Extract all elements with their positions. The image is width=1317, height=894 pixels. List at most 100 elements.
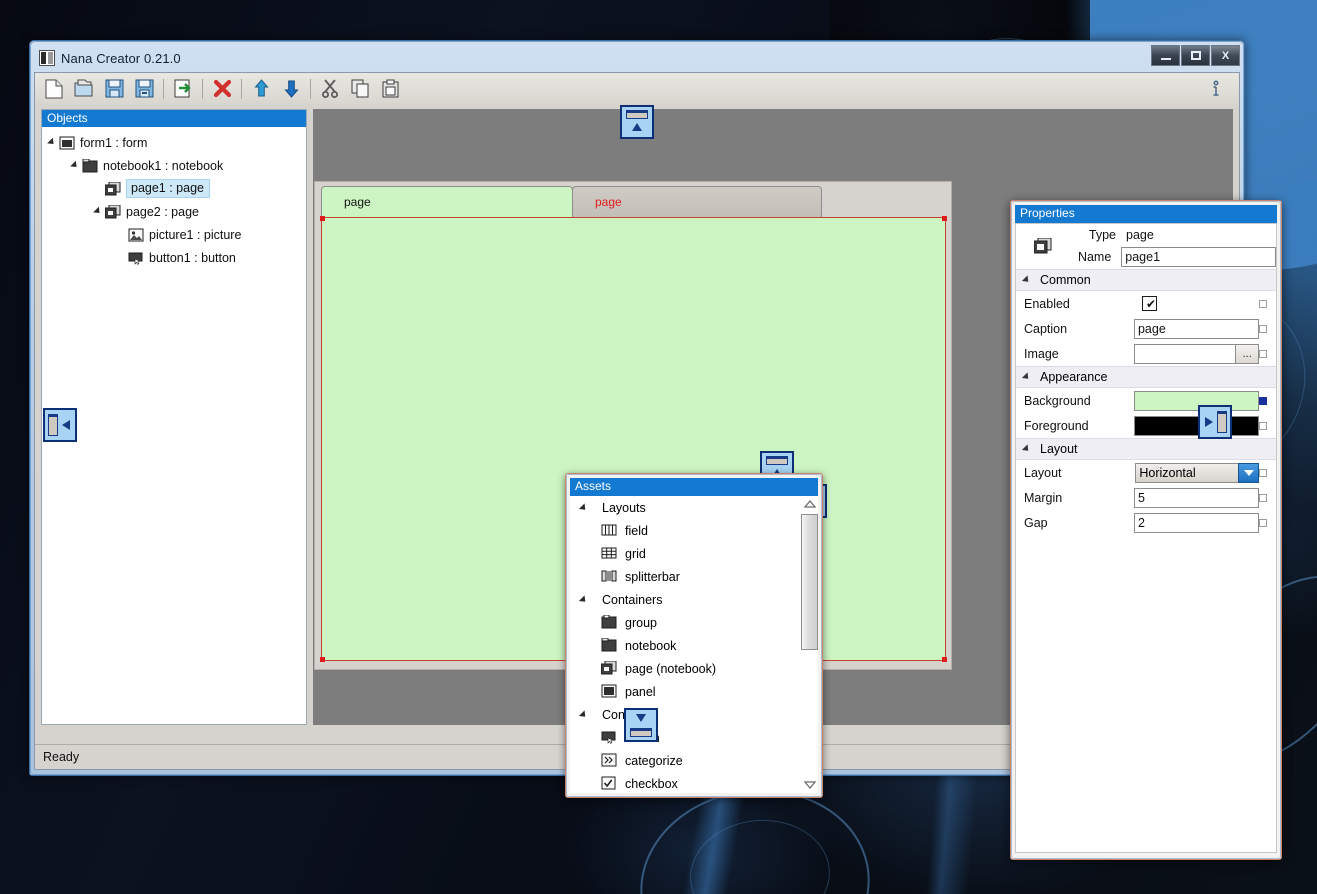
button-icon — [128, 251, 144, 265]
drag-ghost-dock-bottom — [624, 708, 658, 742]
objects-tree[interactable]: form1 : form notebook1 : notebook page1 : … — [42, 127, 306, 269]
assets-item-splitterbar[interactable]: splitterbar — [570, 565, 818, 588]
assets-group-controls[interactable]: Controls — [570, 703, 818, 726]
tree-item-label: picture1 : picture — [149, 227, 242, 242]
property-binding-dot[interactable] — [1259, 349, 1267, 358]
enabled-checkbox[interactable]: ✔ — [1142, 296, 1157, 311]
property-binding-dot[interactable] — [1259, 324, 1267, 333]
assets-item-label: checkbox — [625, 776, 678, 791]
property-binding-dot[interactable] — [1259, 468, 1267, 477]
property-binding-dot[interactable] — [1259, 493, 1267, 502]
section-expander-icon[interactable] — [1021, 372, 1040, 382]
copy-icon[interactable] — [345, 75, 375, 102]
selection-handle-tl[interactable] — [320, 216, 325, 221]
tree-item-page1[interactable]: page1 : page — [42, 177, 306, 200]
notebook-tab-label: page — [344, 195, 371, 209]
properties-body: Type page Name page1 Common Enabled ✔ Capti… — [1015, 223, 1277, 853]
property-binding-dot[interactable] — [1259, 396, 1267, 405]
export-icon[interactable] — [168, 75, 198, 102]
section-expander-icon[interactable] — [1021, 275, 1040, 285]
assets-item-checkbox[interactable]: checkbox — [570, 772, 818, 793]
property-binding-dot[interactable] — [1259, 299, 1267, 308]
drag-ghost-dock-top — [620, 105, 654, 139]
move-up-icon[interactable] — [246, 75, 276, 102]
tree-expander-open-icon[interactable] — [577, 594, 590, 605]
picture-icon — [128, 228, 144, 242]
property-input-margin[interactable]: 5 — [1133, 487, 1260, 508]
save-icon[interactable] — [99, 75, 129, 102]
properties-section-layout[interactable]: Layout — [1016, 438, 1276, 460]
assets-group-layouts[interactable]: Layouts — [570, 496, 818, 519]
property-row-caption: Caption page — [1016, 316, 1276, 341]
new-icon[interactable] — [39, 75, 69, 102]
tree-item-form1[interactable]: form1 : form — [42, 131, 306, 154]
selection-handle-tr[interactable] — [942, 216, 947, 221]
tree-item-label: page2 : page — [126, 204, 199, 219]
assets-item-button[interactable]: button — [570, 726, 818, 749]
toolbar-separator — [163, 78, 164, 99]
scroll-up-arrow[interactable] — [801, 496, 818, 512]
maximize-button[interactable] — [1181, 45, 1210, 66]
save-as-icon[interactable] — [129, 75, 159, 102]
objects-panel: Objects form1 : form notebook1 : notebook… — [41, 109, 307, 725]
property-binding-dot[interactable] — [1259, 518, 1267, 527]
title-bar[interactable]: Nana Creator 0.21.0 — [34, 44, 1240, 72]
property-row-enabled: Enabled ✔ — [1016, 291, 1276, 316]
property-input-gap[interactable]: 2 — [1133, 512, 1260, 533]
notebook-tab-strip[interactable]: page page — [321, 186, 822, 217]
name-label: Name — [1077, 250, 1112, 264]
properties-section-appearance[interactable]: Appearance — [1016, 366, 1276, 388]
paste-icon[interactable] — [375, 75, 405, 102]
tree-expander-open-icon[interactable] — [69, 160, 82, 170]
property-binding-dot[interactable] — [1259, 421, 1267, 430]
tree-expander-open-icon[interactable] — [577, 709, 590, 720]
assets-item-field[interactable]: field — [570, 519, 818, 542]
name-field[interactable]: page1 — [1121, 247, 1276, 267]
section-title: Appearance — [1040, 370, 1108, 384]
cut-icon[interactable] — [315, 75, 345, 102]
move-down-icon[interactable] — [276, 75, 306, 102]
scroll-down-arrow[interactable] — [801, 777, 818, 793]
assets-item-notebook[interactable]: notebook — [570, 634, 818, 657]
close-button[interactable]: X — [1211, 45, 1240, 66]
scroll-thumb[interactable] — [801, 514, 818, 650]
properties-section-common[interactable]: Common — [1016, 269, 1276, 291]
assets-item-categorize[interactable]: categorize — [570, 749, 818, 772]
color-swatch-foreground[interactable] — [1134, 415, 1260, 436]
chevron-down-icon[interactable] — [1238, 462, 1260, 483]
assets-item-grid[interactable]: grid — [570, 542, 818, 565]
section-expander-icon[interactable] — [1021, 444, 1040, 454]
assets-item-label: categorize — [625, 753, 683, 768]
tree-item-label: notebook1 : notebook — [103, 158, 224, 173]
tree-expander-open-icon[interactable] — [46, 137, 59, 147]
property-label: Gap — [1024, 515, 1048, 530]
selection-handle-br[interactable] — [942, 657, 947, 662]
image-path-input[interactable] — [1134, 343, 1236, 364]
notebook-tab-page1[interactable]: page — [321, 186, 573, 217]
section-title: Layout — [1040, 442, 1078, 456]
assets-item-group[interactable]: group — [570, 611, 818, 634]
layout-select[interactable]: Horizontal — [1135, 462, 1240, 483]
info-icon[interactable] — [1199, 75, 1233, 102]
property-input-caption[interactable]: page — [1133, 318, 1260, 339]
assets-item-pagenotebook[interactable]: page (notebook) — [570, 657, 818, 680]
assets-list[interactable]: Layouts field grid splitterbar Containers gro… — [570, 496, 818, 793]
assets-group-containers[interactable]: Containers — [570, 588, 818, 611]
selection-handle-bl[interactable] — [320, 657, 325, 662]
assets-scrollbar[interactable] — [801, 496, 818, 793]
assets-item-panel[interactable]: panel — [570, 680, 818, 703]
tree-item-picture1[interactable]: picture1 : picture — [42, 223, 306, 246]
checkbox-icon — [601, 776, 618, 791]
tree-item-button1[interactable]: button1 : button — [42, 246, 306, 269]
color-swatch-background[interactable] — [1134, 390, 1260, 411]
open-icon[interactable] — [69, 75, 99, 102]
minimize-button[interactable] — [1151, 45, 1180, 66]
tree-item-page2[interactable]: page2 : page — [42, 200, 306, 223]
notebook-tab-page2[interactable]: page — [572, 186, 822, 217]
assets-item-label: panel — [625, 684, 656, 699]
tree-expander-open-icon[interactable] — [92, 206, 105, 216]
image-browse-button[interactable]: ... — [1234, 343, 1260, 364]
tree-item-notebook1[interactable]: notebook1 : notebook — [42, 154, 306, 177]
tree-expander-open-icon[interactable] — [577, 502, 590, 513]
delete-icon[interactable] — [207, 75, 237, 102]
